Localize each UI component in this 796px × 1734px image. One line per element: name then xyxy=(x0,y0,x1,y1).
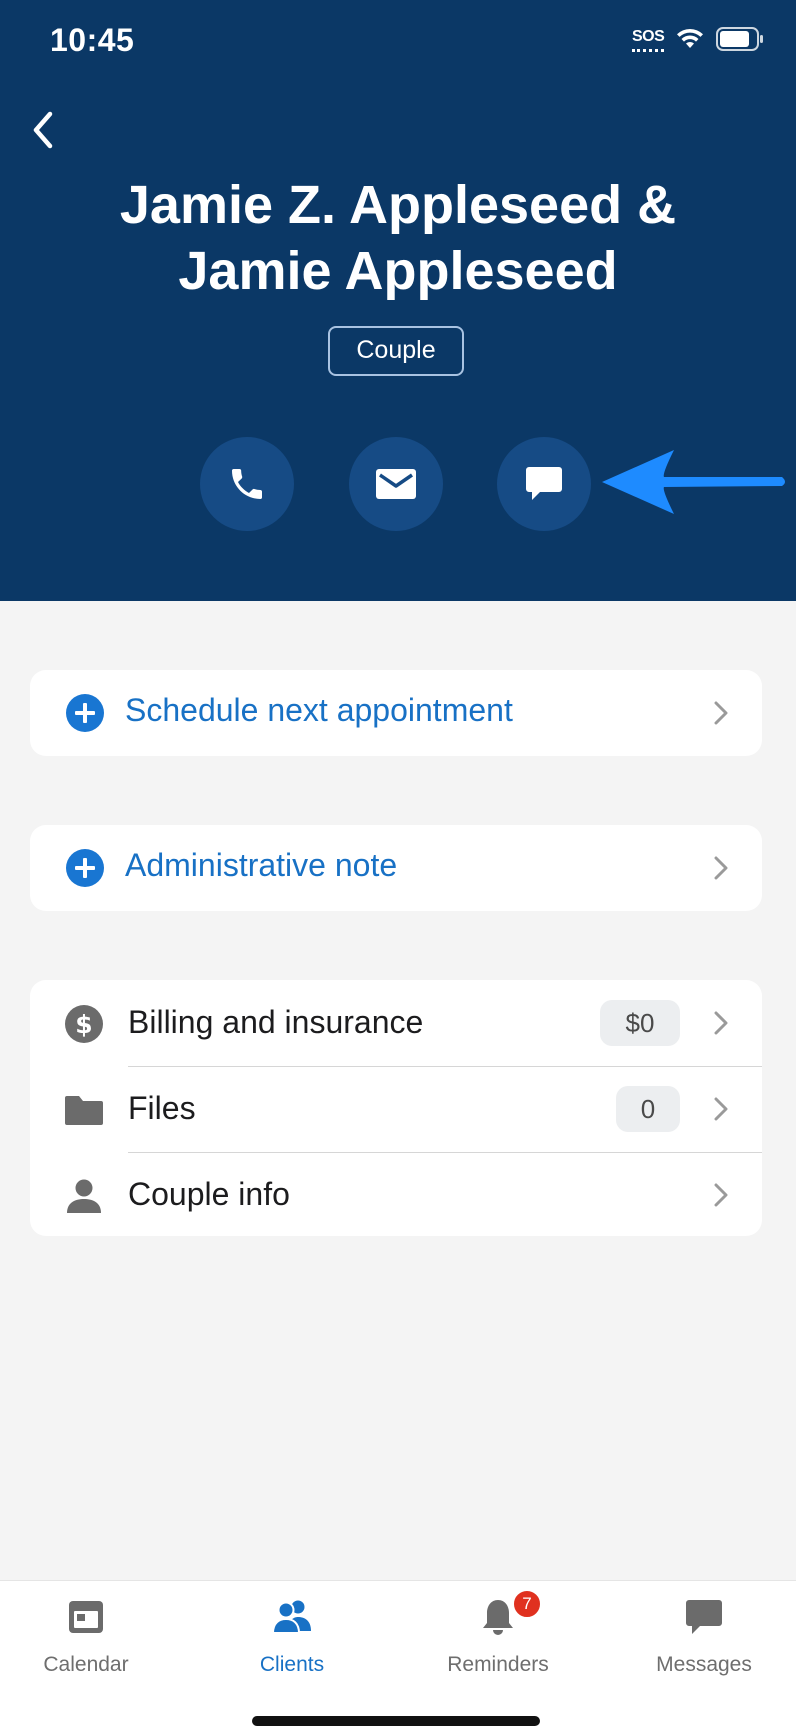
admin-note-label: Administrative note xyxy=(125,847,398,883)
couple-info-label: Couple info xyxy=(128,1176,290,1212)
add-circle-icon xyxy=(66,694,104,732)
tab-reminders-label: Reminders xyxy=(447,1653,549,1676)
tab-clients[interactable]: Clients xyxy=(202,1581,382,1711)
schedule-label: Schedule next appointment xyxy=(125,692,513,728)
chevron-right-icon xyxy=(714,1183,728,1207)
clients-icon xyxy=(272,1600,311,1634)
email-button[interactable] xyxy=(349,437,443,531)
files-row[interactable]: Files 0 xyxy=(30,1066,762,1152)
client-header: 10:45 SOS Jamie Z. Appleseed & Jamie App… xyxy=(0,0,796,601)
schedule-next-appointment-link[interactable]: Schedule next appointment xyxy=(30,670,762,756)
phone-icon xyxy=(232,469,262,499)
billing-balance-badge: $0 xyxy=(600,1000,680,1046)
billing-label: Billing and insurance xyxy=(128,1004,424,1040)
home-indicator[interactable] xyxy=(252,1716,540,1726)
status-time: 10:45 xyxy=(50,22,135,58)
client-name-line-1: Jamie Z. Appleseed & xyxy=(119,175,677,235)
dollar-icon: $ xyxy=(65,1005,103,1043)
couple-info-row[interactable]: Couple info xyxy=(30,1152,762,1238)
status-sos: SOS xyxy=(632,28,665,52)
tab-calendar[interactable]: Calendar xyxy=(0,1581,176,1711)
administrative-note-link[interactable]: Administrative note xyxy=(30,825,762,911)
wifi-icon xyxy=(677,28,703,48)
tab-messages[interactable]: Messages xyxy=(614,1581,794,1711)
client-type-badge: Couple xyxy=(328,326,464,376)
person-icon xyxy=(67,1179,101,1213)
calendar-icon xyxy=(69,1601,103,1633)
add-circle-icon xyxy=(66,849,104,887)
message-icon xyxy=(686,1600,722,1634)
admin-note-card: Administrative note xyxy=(30,825,762,911)
reminders-count-badge: 7 xyxy=(512,1589,542,1619)
files-label: Files xyxy=(128,1090,196,1126)
chevron-right-icon xyxy=(714,701,728,725)
chevron-right-icon xyxy=(714,1097,728,1121)
back-button[interactable] xyxy=(28,108,62,152)
client-name: Jamie Z. Appleseed & Jamie Appleseed xyxy=(60,172,736,304)
message-button[interactable] xyxy=(497,437,591,531)
tab-reminders[interactable]: 7 Reminders xyxy=(408,1581,588,1711)
mail-icon xyxy=(376,469,416,499)
client-name-line-2: Jamie Appleseed xyxy=(178,241,618,301)
call-button[interactable] xyxy=(200,437,294,531)
chevron-right-icon xyxy=(714,856,728,880)
tab-clients-label: Clients xyxy=(259,1653,325,1676)
tab-messages-label: Messages xyxy=(656,1653,752,1676)
chevron-right-icon xyxy=(714,1011,728,1035)
files-count-badge: 0 xyxy=(616,1086,680,1132)
details-card: $ Billing and insurance $0 Files 0 Coupl… xyxy=(30,980,762,1236)
tab-bar: Calendar Clients 7 Reminders Messages xyxy=(0,1580,796,1734)
annotation-arrow-icon xyxy=(602,450,785,514)
tab-calendar-label: Calendar xyxy=(43,1653,129,1676)
schedule-card: Schedule next appointment xyxy=(30,670,762,756)
svg-text:$: $ xyxy=(75,1010,92,1039)
battery-icon xyxy=(716,27,763,51)
billing-row[interactable]: $ Billing and insurance $0 xyxy=(30,980,762,1066)
folder-icon xyxy=(65,1096,103,1125)
chat-icon xyxy=(526,467,562,500)
